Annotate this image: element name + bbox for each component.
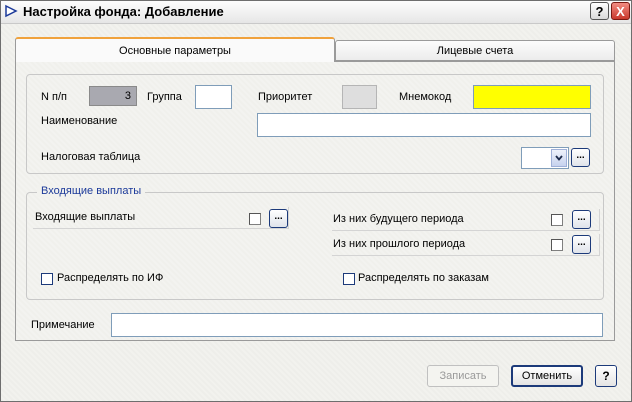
dropdown-arrow-button[interactable] <box>551 149 567 167</box>
chevron-down-icon <box>555 155 563 161</box>
incoming-section-title: Входящие выплаты <box>37 185 146 197</box>
tax-table-select[interactable] <box>521 147 569 169</box>
tab-label: Лицевые счета <box>436 44 514 57</box>
cancel-button[interactable]: Отменить <box>511 365 583 387</box>
main-fields-group: N п/п 3 Группа Приоритет Мнемокод Наимен… <box>26 74 604 174</box>
help-button[interactable]: ? <box>595 365 617 387</box>
distribute-orders-checkbox[interactable] <box>343 273 355 285</box>
past-period-label: Из них прошлого периода <box>333 238 466 250</box>
save-button[interactable]: Записать <box>427 365 499 387</box>
future-period-browse-button[interactable]: ... <box>572 210 591 229</box>
note-label: Примечание <box>31 319 95 331</box>
tab-container: Основные параметры Лицевые счета N п/п 3… <box>15 37 615 347</box>
mnemocode-label: Мнемокод <box>399 91 452 103</box>
future-period-label: Из них будущего периода <box>333 213 464 225</box>
incoming-payments-label: Входящие выплаты <box>35 211 136 223</box>
tab-main-parameters[interactable]: Основные параметры <box>15 37 335 62</box>
past-period-browse-button[interactable]: ... <box>572 235 591 254</box>
note-field[interactable] <box>111 313 603 337</box>
window-title: Настройка фонда: Добавление <box>23 4 224 19</box>
group-label: Группа <box>147 91 182 103</box>
tax-table-browse-button[interactable]: ... <box>571 148 590 167</box>
app-arrow-icon <box>5 4 18 18</box>
distribute-orders-label[interactable]: Распределять по заказам <box>358 272 489 284</box>
future-period-checkbox[interactable] <box>551 214 563 226</box>
tab-personal-accounts[interactable]: Лицевые счета <box>335 40 615 61</box>
n-pp-label: N п/п <box>41 91 67 103</box>
priority-field[interactable] <box>342 85 377 109</box>
incoming-payments-browse-button[interactable]: ... <box>269 209 288 228</box>
name-field[interactable] <box>257 113 591 137</box>
distribute-if-label[interactable]: Распределять по ИФ <box>57 272 163 284</box>
incoming-payments-group: Входящие выплаты Входящие выплаты ... Из… <box>26 185 604 300</box>
distribute-if-checkbox[interactable] <box>41 273 53 285</box>
title-help-button[interactable]: ? <box>590 2 609 20</box>
incoming-payments-checkbox[interactable] <box>249 213 261 225</box>
tab-panel: N п/п 3 Группа Приоритет Мнемокод Наимен… <box>15 61 615 341</box>
group-field[interactable] <box>195 85 232 109</box>
n-pp-value: 3 <box>124 90 131 102</box>
dialog-window: Настройка фонда: Добавление ? X Основные… <box>0 0 632 402</box>
past-period-checkbox[interactable] <box>551 239 563 251</box>
mnemocode-field[interactable] <box>473 85 591 109</box>
title-bar[interactable]: Настройка фонда: Добавление ? X <box>1 1 631 24</box>
tax-table-label: Налоговая таблица <box>41 151 141 163</box>
n-pp-field[interactable]: 3 <box>89 86 137 106</box>
priority-label: Приоритет <box>258 91 313 103</box>
title-close-button[interactable]: X <box>611 2 630 20</box>
name-label: Наименование <box>41 115 118 127</box>
tab-label: Основные параметры <box>119 44 231 57</box>
